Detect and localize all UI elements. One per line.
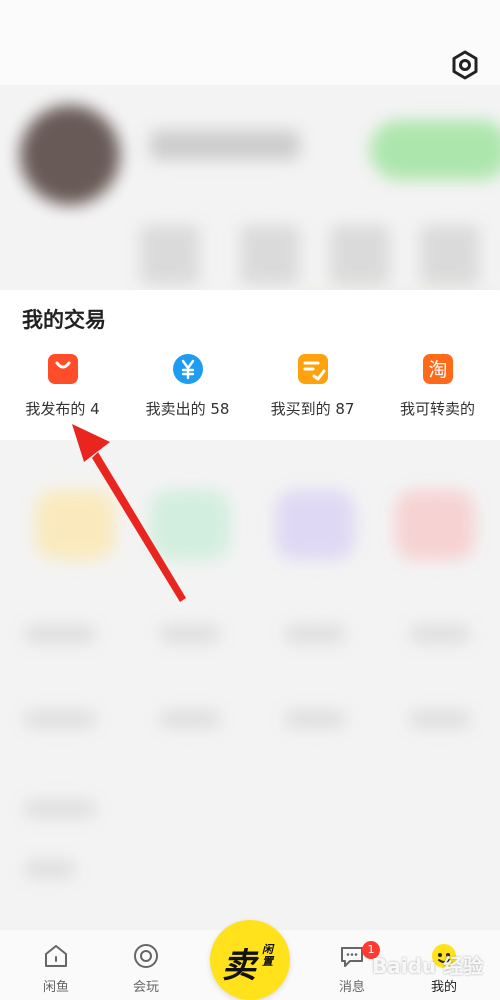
blur-line — [25, 625, 95, 643]
tab-xianyu[interactable]: 闲鱼 — [26, 942, 86, 995]
baidu-watermark: Baidu 经验 — [372, 954, 484, 978]
card-title: 我的交易 — [22, 308, 106, 332]
home-icon — [45, 945, 67, 967]
blur-line — [25, 710, 95, 728]
blur-line — [160, 625, 220, 643]
svg-text:淘: 淘 — [428, 359, 447, 381]
sell-sub-label: 闲置 — [262, 943, 273, 968]
blur-line — [25, 860, 75, 878]
sell-idle-button[interactable]: 卖 闲置 — [210, 920, 290, 1000]
blur-line — [285, 625, 345, 643]
feature-tile — [35, 490, 115, 560]
tab-label: 会玩 — [132, 980, 159, 995]
trade-item-label: 我可转卖的 — [399, 400, 475, 418]
trade-item-bought[interactable]: 我买到的 87 — [250, 352, 375, 422]
blur-line — [160, 710, 220, 728]
checked-note-icon — [297, 354, 328, 384]
trade-item-label: 我卖出的 58 — [145, 400, 230, 418]
settings-icon[interactable] — [450, 50, 480, 80]
blur-line — [410, 710, 470, 728]
blur-line — [285, 710, 345, 728]
trade-item-resellable[interactable]: 淘 我可转卖的 — [375, 352, 500, 422]
blur-line — [410, 625, 470, 643]
stat-block — [240, 225, 300, 285]
sell-main-label: 卖 — [222, 946, 256, 986]
blur-line — [25, 800, 95, 818]
feature-tile — [275, 490, 355, 560]
avatar — [20, 105, 120, 205]
feature-tile — [150, 490, 230, 560]
stat-block — [420, 225, 480, 285]
trade-item-sold[interactable]: 我卖出的 58 — [125, 352, 250, 422]
tab-label: 闲鱼 — [42, 980, 69, 995]
stat-block — [140, 225, 200, 285]
stat-block — [330, 225, 390, 285]
username-placeholder — [150, 130, 300, 160]
my-trades-card: 我的交易 我发布的 4 我卖出的 58 我买到的 87 淘 我可转卖的 — [0, 290, 500, 440]
circle-target-icon — [134, 944, 158, 968]
taobao-icon: 淘 — [422, 354, 453, 384]
trade-item-published[interactable]: 我发布的 4 — [0, 352, 125, 422]
shopping-bag-icon — [47, 354, 78, 384]
trade-item-label: 我买到的 87 — [270, 400, 355, 418]
trade-item-label: 我发布的 4 — [25, 400, 100, 418]
green-promo-button — [370, 120, 500, 180]
yuan-coin-icon — [172, 354, 203, 384]
tab-huiwan[interactable]: 会玩 — [116, 942, 176, 995]
feature-tile — [395, 490, 475, 560]
top-bar — [0, 0, 500, 85]
blurred-profile-background — [0, 80, 500, 920]
